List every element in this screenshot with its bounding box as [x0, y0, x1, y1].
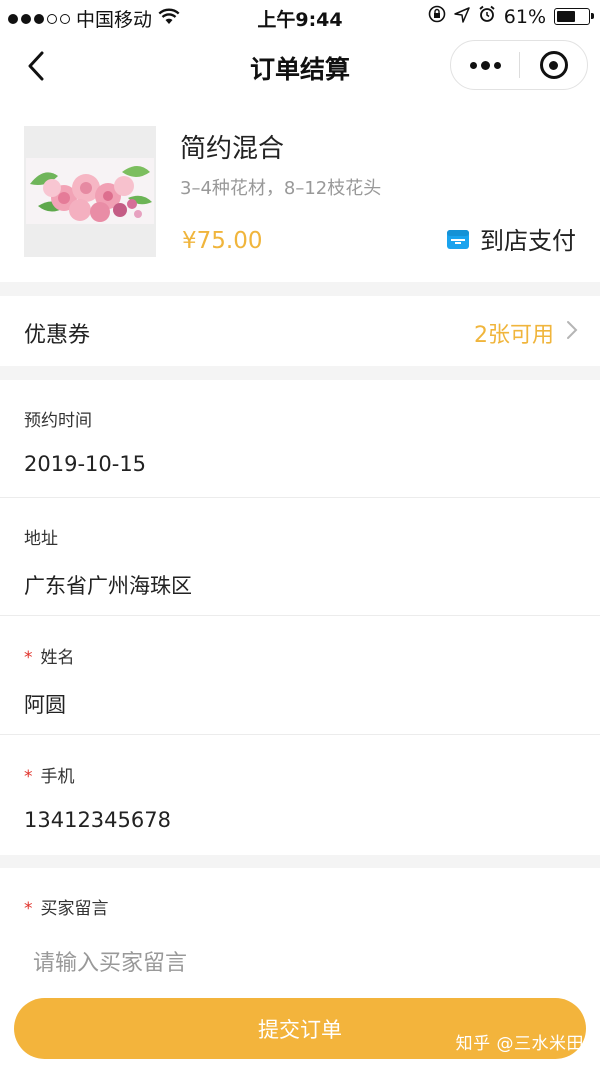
chevron-right-icon: [567, 321, 578, 339]
field-appointment-time[interactable]: 预约时间 2019-10-15: [0, 380, 600, 498]
message-label-text: 买家留言: [40, 899, 109, 919]
field-name[interactable]: * 姓名 阿圆: [0, 617, 600, 735]
phone-value[interactable]: 13412345678: [24, 808, 171, 832]
battery-icon: [554, 8, 594, 25]
field-label: * 手机: [24, 762, 75, 787]
more-dots-icon: [469, 61, 477, 69]
payment-method: 到店支付: [446, 221, 576, 256]
phone-label: 手机: [40, 767, 75, 787]
payment-method-label: 到店支付: [480, 227, 576, 255]
product-name: 简约混合: [180, 134, 285, 164]
location-arrow-icon: [454, 6, 470, 28]
rotation-lock-icon: [428, 5, 446, 28]
product-description: 3–4种花材，8–12枝花头: [180, 178, 382, 199]
close-target-icon: [539, 51, 568, 79]
close-button[interactable]: [520, 41, 587, 89]
name-label: 姓名: [40, 648, 75, 668]
required-mark: *: [24, 767, 33, 787]
status-right: 61%: [428, 5, 594, 28]
field-label: 地址: [24, 529, 58, 549]
product-price: ¥75.00: [182, 228, 263, 254]
field-label: * 姓名: [24, 643, 75, 668]
coupon-row[interactable]: 优惠券 2张可用: [0, 296, 600, 366]
buyer-message-input[interactable]: [24, 940, 576, 986]
field-address[interactable]: 地址 广东省广州海珠区: [0, 498, 600, 616]
name-value[interactable]: 阿圆: [24, 689, 66, 719]
address-value[interactable]: 广东省广州海珠区: [24, 570, 192, 600]
battery-fill: [557, 11, 575, 22]
coupon-count: 2张可用: [474, 323, 554, 348]
order-form: 预约时间 2019-10-15 地址 广东省广州海珠区 * 姓名 阿圆 * 手机 1…: [0, 380, 600, 855]
status-bar: 中国移动 上午9:44 61%: [0, 0, 600, 34]
store-icon: [447, 229, 469, 249]
battery-percent: 61%: [503, 5, 546, 28]
required-mark: *: [24, 899, 33, 919]
alarm-icon: [478, 5, 496, 28]
appointment-time-value[interactable]: 2019-10-15: [24, 452, 146, 476]
watermark: 知乎 @三水米田: [455, 1034, 584, 1054]
product-image: [24, 126, 156, 257]
required-mark: *: [24, 648, 33, 668]
pink-roses-image: [24, 126, 156, 257]
more-button[interactable]: [451, 41, 519, 89]
product-card: 简约混合 3–4种花材，8–12枝花头 ¥75.00 到店支付: [0, 98, 600, 282]
coupon-label: 优惠券: [24, 323, 91, 348]
nav-bar: 订单结算: [0, 34, 600, 98]
field-label: 预约时间: [24, 411, 92, 431]
field-phone[interactable]: * 手机 13412345678: [0, 736, 600, 855]
message-label: * 买家留言: [24, 894, 109, 919]
mini-program-capsule: [450, 40, 588, 90]
